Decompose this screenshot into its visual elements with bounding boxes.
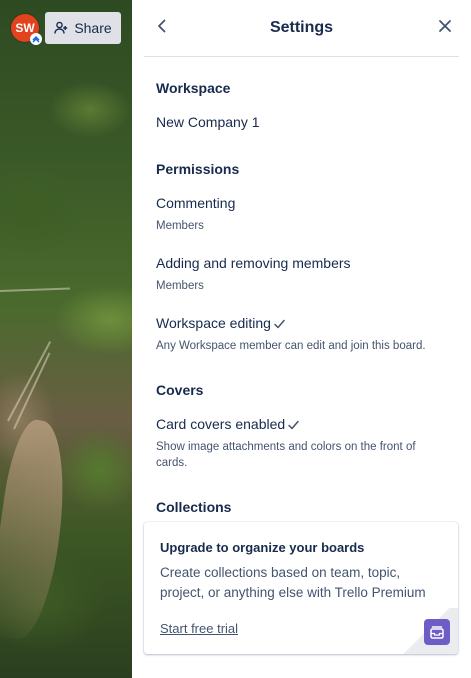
- start-free-trial-link[interactable]: Start free trial: [160, 621, 238, 636]
- commenting-setting[interactable]: Commenting: [156, 195, 235, 211]
- background-branch: [0, 287, 70, 292]
- check-icon: [288, 417, 299, 433]
- upgrade-title: Upgrade to organize your boards: [160, 540, 365, 555]
- panel-header: Settings: [144, 0, 459, 57]
- share-label: Share: [74, 20, 112, 36]
- add-user-icon: [54, 21, 68, 35]
- upgrade-card: Upgrade to organize your boards Create c…: [144, 522, 458, 654]
- background-branch: [7, 341, 52, 422]
- member-avatar[interactable]: SW: [11, 14, 42, 45]
- background-branch: [13, 352, 51, 430]
- collection-icon: [424, 619, 450, 645]
- close-button[interactable]: [431, 14, 459, 42]
- panel-title: Settings: [269, 19, 334, 36]
- workspace-editing-description: Any Workspace member can edit and join t…: [156, 340, 426, 352]
- section-heading-permissions: Permissions: [156, 161, 240, 177]
- adding-removing-members-value: Members: [156, 280, 204, 292]
- section-heading-workspace: Workspace: [156, 80, 231, 96]
- chevron-left-icon: [156, 19, 168, 38]
- check-icon: [274, 316, 285, 332]
- background-trail: [0, 416, 76, 644]
- avatar-initials: SW: [15, 21, 35, 35]
- settings-panel: Settings Workspace New Company 1 Permiss…: [132, 0, 471, 678]
- card-covers-description: Show image attachments and colors on the…: [156, 441, 416, 469]
- adding-removing-members-setting[interactable]: Adding and removing members: [156, 255, 351, 271]
- commenting-value: Members: [156, 220, 204, 232]
- upgrade-description: Create collections based on team, topic,…: [160, 565, 426, 600]
- card-covers-setting[interactable]: Card covers enabled: [156, 416, 299, 433]
- admin-badge-icon: [30, 33, 42, 45]
- section-heading-collections: Collections: [156, 499, 232, 515]
- back-button[interactable]: [148, 14, 176, 42]
- section-heading-covers: Covers: [156, 382, 204, 398]
- board-background: [0, 0, 132, 678]
- workspace-name-link[interactable]: New Company 1: [156, 114, 260, 130]
- workspace-editing-setting[interactable]: Workspace editing: [156, 315, 285, 332]
- close-icon: [438, 19, 452, 38]
- workspace-editing-label: Workspace editing: [156, 315, 271, 331]
- share-button[interactable]: Share: [45, 12, 121, 44]
- card-covers-label: Card covers enabled: [156, 416, 286, 432]
